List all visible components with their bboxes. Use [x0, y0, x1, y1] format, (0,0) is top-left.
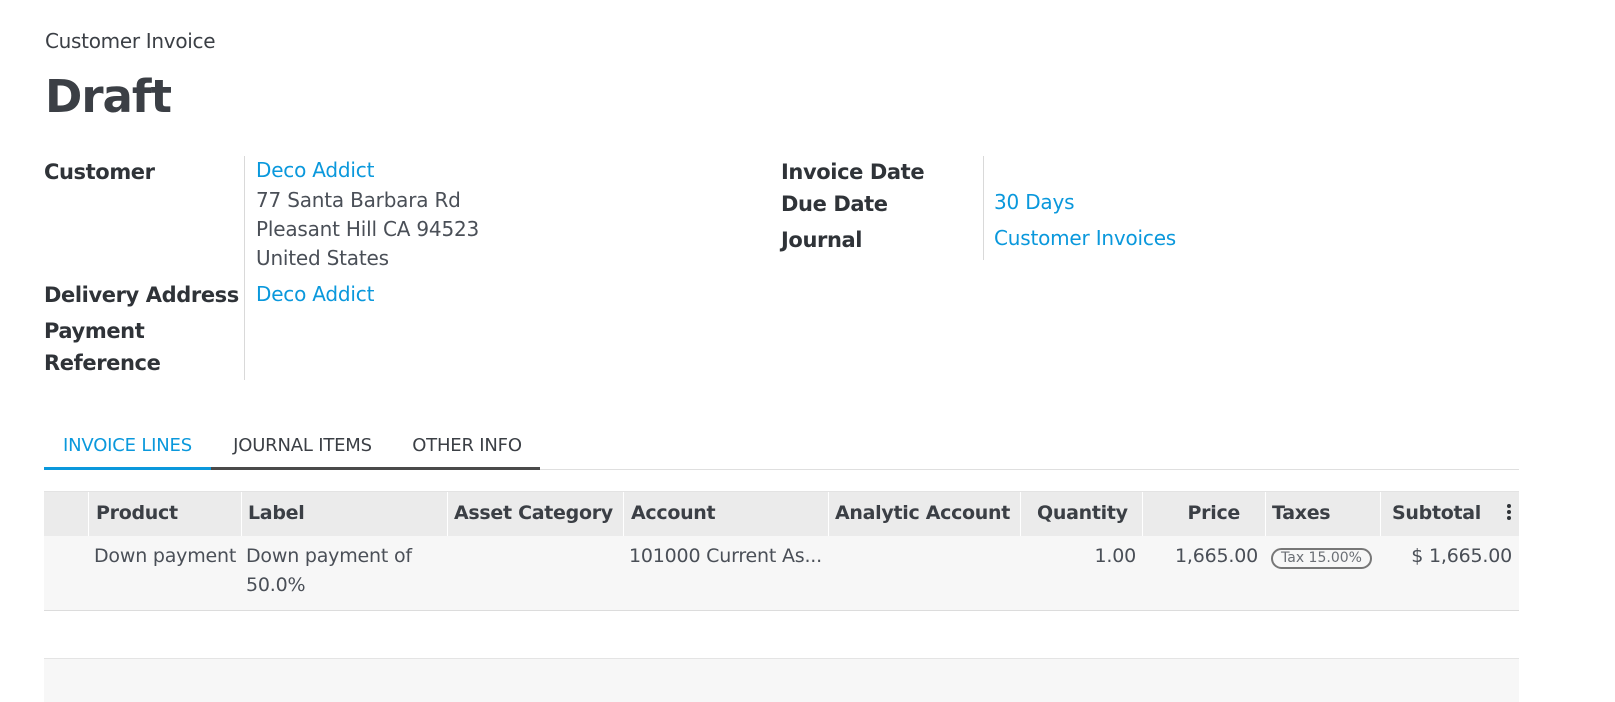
- cell-product[interactable]: Down payment: [94, 545, 236, 567]
- column-separator: [1142, 492, 1143, 536]
- field-divider-left: [244, 156, 245, 380]
- column-separator: [241, 492, 242, 536]
- customer-address-line: 77 Santa Barbara Rd: [256, 188, 461, 212]
- delivery-address-link[interactable]: Deco Addict: [256, 282, 374, 306]
- page-title: Draft: [45, 70, 172, 123]
- column-separator: [88, 492, 89, 536]
- table-footer: [44, 658, 1519, 702]
- tab-other-info[interactable]: Other Info: [394, 433, 540, 469]
- column-separator: [1020, 492, 1021, 536]
- column-header-price[interactable]: Price: [1188, 492, 1241, 536]
- tab-invoice-lines[interactable]: Invoice Lines: [44, 433, 211, 469]
- column-header-subtotal[interactable]: Subtotal: [1392, 492, 1481, 536]
- due-date-label: Due Date: [781, 192, 888, 216]
- column-header-label[interactable]: Label: [248, 492, 305, 536]
- column-separator: [447, 492, 448, 536]
- tab-journal-items[interactable]: Journal Items: [211, 433, 394, 469]
- column-separator: [1380, 492, 1381, 536]
- column-header-quantity[interactable]: Quantity: [1037, 492, 1128, 536]
- payment-reference-label: Payment: [44, 319, 145, 343]
- delivery-address-label: Delivery Address: [44, 283, 239, 307]
- journal-link[interactable]: Customer Invoices: [994, 226, 1176, 250]
- cell-label[interactable]: Down payment of: [246, 545, 412, 567]
- column-separator: [828, 492, 829, 536]
- column-header-product[interactable]: Product: [96, 492, 178, 536]
- journal-label: Journal: [781, 228, 863, 252]
- column-header-asset-category[interactable]: Asset Category: [454, 492, 613, 536]
- table-header: Product Label Asset Category Account Ana…: [44, 491, 1519, 537]
- cell-account[interactable]: 101000 Current As...: [629, 545, 822, 567]
- cell-subtotal: $ 1,665.00: [1411, 545, 1512, 567]
- cell-quantity[interactable]: 1.00: [1094, 545, 1136, 567]
- invoice-date-label: Invoice Date: [781, 160, 925, 184]
- customer-address-line: Pleasant Hill CA 94523: [256, 217, 480, 241]
- customer-link[interactable]: Deco Addict: [256, 158, 374, 182]
- column-header-account[interactable]: Account: [631, 492, 716, 536]
- due-date-link[interactable]: 30 Days: [994, 190, 1075, 214]
- customer-label: Customer: [44, 160, 155, 184]
- column-header-taxes[interactable]: Taxes: [1272, 492, 1331, 536]
- column-separator: [623, 492, 624, 536]
- column-header-analytic-account[interactable]: Analytic Account: [835, 492, 1010, 536]
- field-divider-right: [983, 156, 984, 260]
- customer-address-line: United States: [256, 246, 389, 270]
- record-type-label: Customer Invoice: [45, 29, 216, 53]
- payment-reference-label: Reference: [44, 351, 161, 375]
- tax-badge[interactable]: Tax 15.00%: [1271, 548, 1372, 569]
- column-separator: [1265, 492, 1266, 536]
- cell-price[interactable]: 1,665.00: [1175, 545, 1258, 567]
- table-row[interactable]: Down payment Down payment of 50.0% 10100…: [44, 536, 1519, 611]
- optional-columns-icon[interactable]: [1507, 504, 1511, 522]
- cell-label[interactable]: 50.0%: [246, 574, 306, 596]
